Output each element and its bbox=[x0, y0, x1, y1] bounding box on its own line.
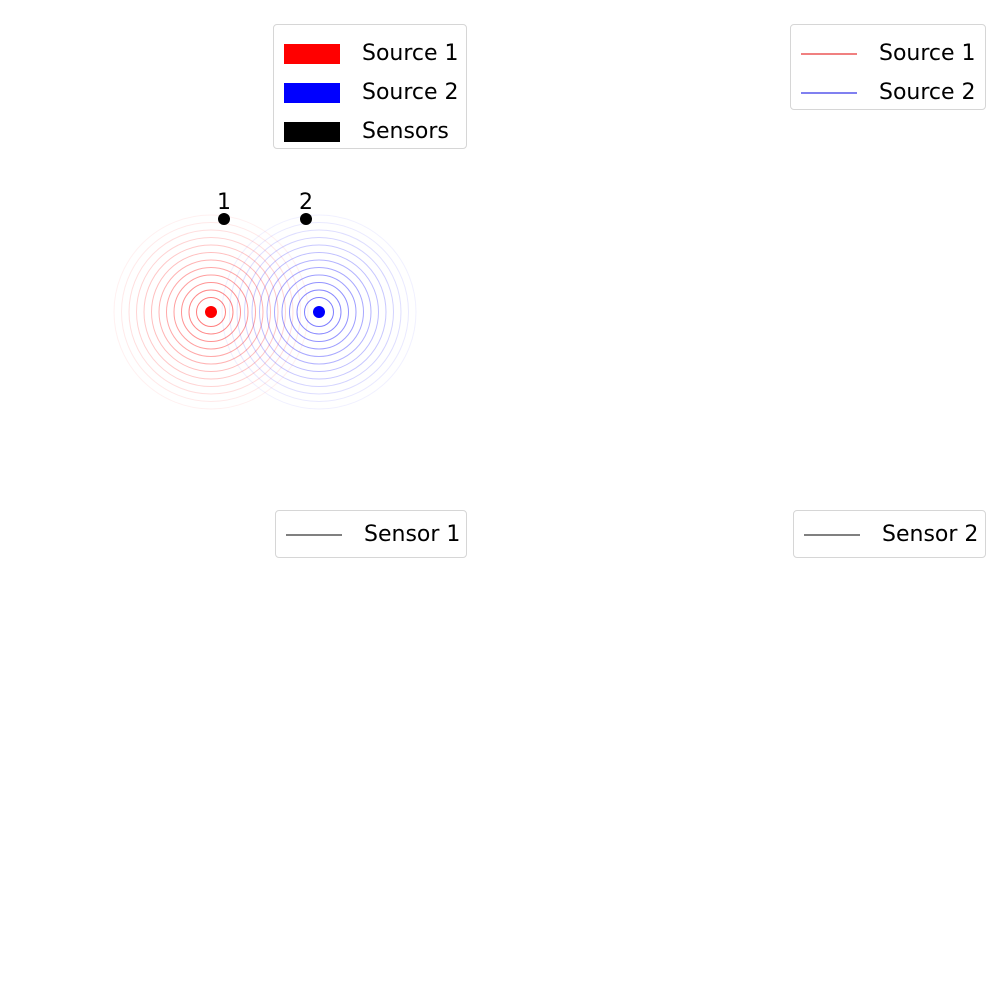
wave-diagram: 1 2 bbox=[113, 190, 417, 410]
source-2-dot bbox=[313, 306, 325, 318]
sensor-1-label: 1 bbox=[217, 190, 231, 215]
source-1-dot bbox=[205, 306, 217, 318]
sensor-2-label: 2 bbox=[299, 190, 313, 215]
